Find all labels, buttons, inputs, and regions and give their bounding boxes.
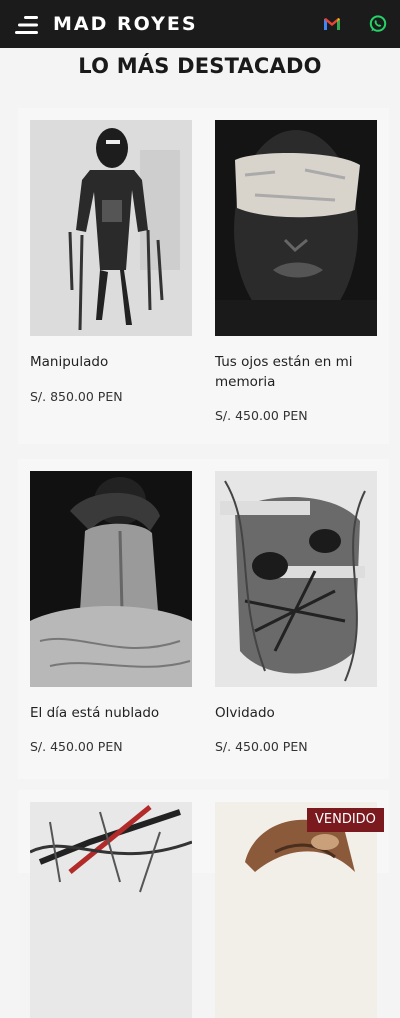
product-card[interactable]: VENDIDO: [203, 790, 389, 1018]
section-title: LO MÁS DESTACADO: [78, 54, 322, 78]
product-image[interactable]: [215, 802, 377, 1018]
product-image[interactable]: [30, 802, 192, 1018]
product-image[interactable]: [215, 120, 377, 336]
product-card[interactable]: Tus ojos están en mi memoria S/. 450.00 …: [203, 108, 389, 444]
product-price: S/. 450.00 PEN: [215, 408, 308, 423]
product-image[interactable]: [30, 471, 192, 687]
product-card[interactable]: El día está nublado S/. 450.00 PEN: [18, 459, 204, 779]
product-price: S/. 450.00 PEN: [215, 739, 308, 754]
gmail-icon[interactable]: [323, 17, 341, 31]
top-nav-bar: MAD ROYES: [0, 0, 400, 48]
product-title[interactable]: El día está nublado: [30, 703, 200, 723]
product-price: S/. 850.00 PEN: [30, 389, 123, 404]
product-card[interactable]: Olvidado S/. 450.00 PEN: [203, 459, 389, 779]
product-card[interactable]: [18, 790, 204, 1018]
brand-logo[interactable]: MAD ROYES: [53, 12, 198, 36]
whatsapp-icon[interactable]: [369, 15, 387, 33]
product-price: S/. 450.00 PEN: [30, 739, 123, 754]
product-card[interactable]: Manipulado S/. 850.00 PEN: [18, 108, 204, 444]
product-image[interactable]: [215, 471, 377, 687]
product-title[interactable]: Tus ojos están en mi memoria: [215, 352, 385, 392]
product-title[interactable]: Manipulado: [30, 352, 200, 372]
product-image[interactable]: [30, 120, 192, 336]
hamburger-menu-icon[interactable]: [14, 15, 40, 35]
sold-badge: VENDIDO: [307, 808, 384, 832]
product-title[interactable]: Olvidado: [215, 703, 385, 723]
